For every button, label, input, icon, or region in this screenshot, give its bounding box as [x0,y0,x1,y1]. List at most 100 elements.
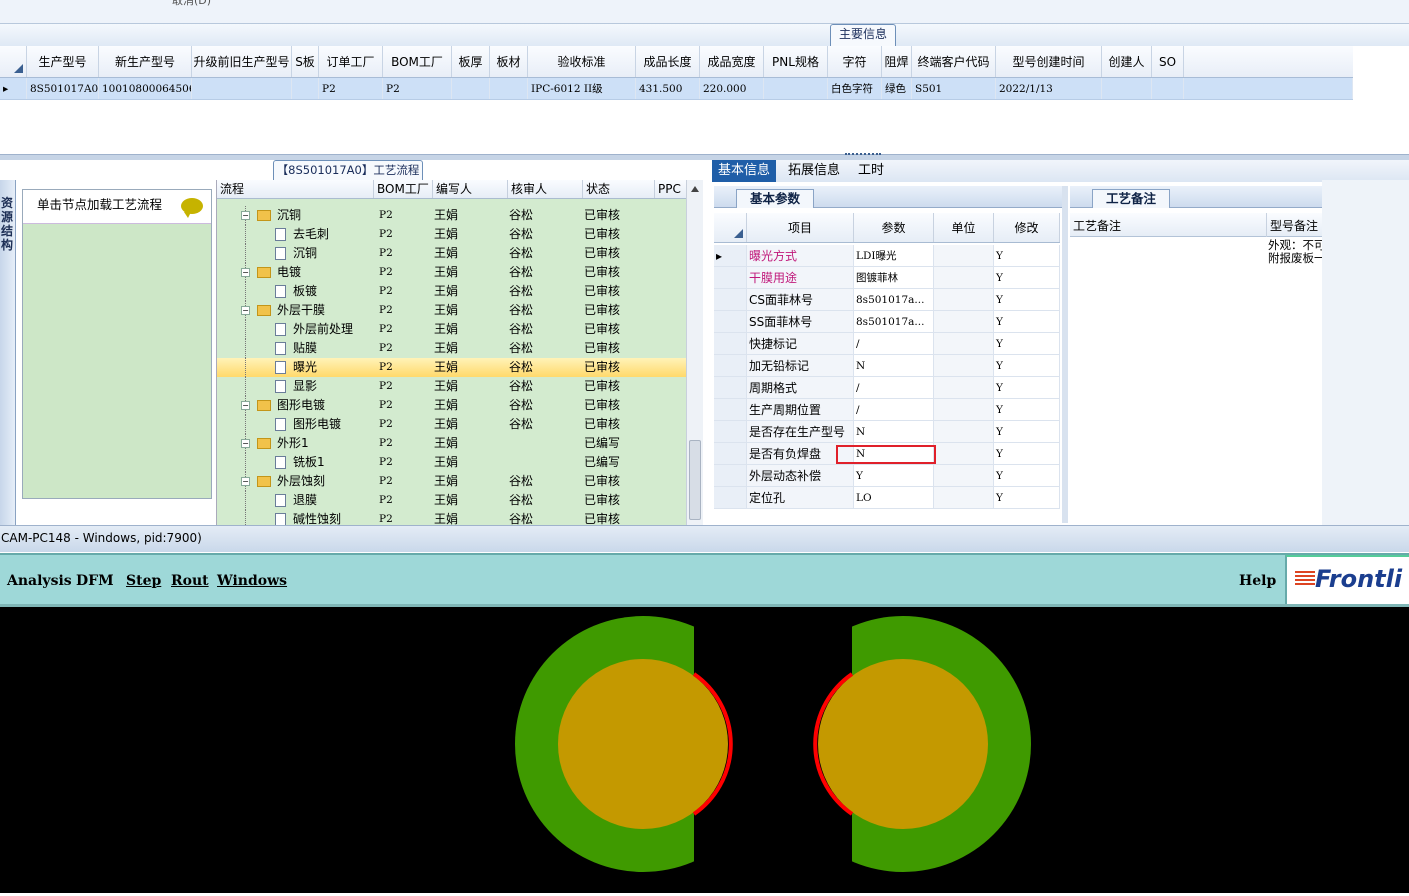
col-header[interactable]: 创建人 [1102,46,1152,77]
param-unit[interactable] [934,421,994,442]
flow-row[interactable]: − 电镀 P2 王娟 谷松 已审核 [217,263,686,282]
param-value[interactable]: Y [854,465,934,486]
cam-canvas[interactable] [0,607,1409,893]
param-edit[interactable]: Y [994,289,1060,310]
col-header[interactable]: 终端客户代码 [912,46,996,77]
param-unit[interactable] [934,245,994,266]
row-selector-icon[interactable] [714,487,747,508]
cell[interactable] [1102,78,1152,99]
flow-row[interactable]: 图形电镀 P2 王娟 谷松 已审核 [217,415,686,434]
collapse-icon[interactable]: − [241,439,250,448]
cell[interactable]: 8S501017A0 [27,78,99,99]
param-row[interactable]: CS面菲林号 8s501017a... Y [714,289,1060,311]
row-selector-icon[interactable] [714,267,747,288]
col-header[interactable]: 阻焊 [882,46,912,77]
cell[interactable] [764,78,828,99]
param-edit[interactable]: Y [994,399,1060,420]
col-header[interactable]: SO [1152,46,1184,77]
cell[interactable] [292,78,319,99]
row-selector-icon[interactable] [714,465,747,486]
flow-col-header[interactable]: BOM工厂 [374,180,433,198]
param-row[interactable]: 加无铅标记 N Y [714,355,1060,377]
param-edit[interactable]: Y [994,311,1060,332]
cell[interactable] [192,78,292,99]
cell[interactable]: IPC-6012 II级 [528,78,636,99]
param-value[interactable]: / [854,333,934,354]
tab-main-info[interactable]: 主要信息 [830,24,896,46]
col-header[interactable]: PNL规格 [764,46,828,77]
tab-basic-info[interactable]: 基本信息 [712,160,777,182]
col-header[interactable]: 验收标准 [528,46,636,77]
param-row[interactable]: 生产周期位置 / Y [714,399,1060,421]
menu-step[interactable]: Step [126,569,161,593]
cell[interactable] [452,78,490,99]
col-header[interactable]: BOM工厂 [383,46,452,77]
row-selector-icon[interactable] [714,289,747,310]
menu-rout[interactable]: Rout [171,569,209,593]
param-row[interactable]: 干膜用途 图镀菲林 Y [714,267,1060,289]
params-divider[interactable] [1062,186,1068,523]
param-edit[interactable]: Y [994,245,1060,266]
param-col-header[interactable]: 参数 [854,213,934,242]
cell[interactable]: S501 [912,78,996,99]
tab-process-notes[interactable]: 工艺备注 [1092,189,1170,208]
flow-scrollbar[interactable] [686,180,703,525]
flow-col-header[interactable]: 核审人 [508,180,583,198]
cell[interactable] [1152,78,1184,99]
flow-row[interactable]: 去毛刺 P2 王娟 谷松 已审核 [217,225,686,244]
param-row[interactable]: 外层动态补偿 Y Y [714,465,1060,487]
param-unit[interactable] [934,377,994,398]
collapse-icon[interactable]: − [241,306,250,315]
menu-help[interactable]: Help [1239,569,1276,593]
flow-row[interactable]: 外层前处理 P2 王娟 谷松 已审核 [217,320,686,339]
param-unit[interactable] [934,267,994,288]
flow-col-header[interactable]: PPC [655,180,686,198]
col-header[interactable]: 新生产型号 [99,46,192,77]
param-value[interactable]: LDI曝光 [854,245,934,266]
param-row[interactable]: SS面菲林号 8s501017a... Y [714,311,1060,333]
flow-row[interactable]: − 外形1 P2 王娟 已编写 [217,434,686,453]
flow-col-header[interactable]: 流程 [217,180,374,198]
cell[interactable]: P2 [383,78,452,99]
flow-row[interactable]: 沉铜 P2 王娟 谷松 已审核 [217,244,686,263]
flow-row[interactable]: 退膜 P2 王娟 谷松 已审核 [217,491,686,510]
collapse-icon[interactable]: − [241,401,250,410]
flow-row[interactable]: 碱性蚀刻 P2 王娟 谷松 已审核 [217,510,686,525]
cancel-label[interactable]: 取消(D) [172,0,211,8]
param-edit[interactable]: Y [994,421,1060,442]
tab-work-hours[interactable]: 工时 [852,160,890,182]
flow-row[interactable]: − 沉铜 P2 王娟 谷松 已审核 [217,206,686,225]
col-header[interactable]: S板 [292,46,319,77]
flow-row[interactable]: 显影 P2 王娟 谷松 已审核 [217,377,686,396]
cell[interactable] [490,78,528,99]
splitter-grip-icon[interactable] [845,153,881,157]
param-value[interactable]: 8s501017a... [854,289,934,310]
param-row[interactable]: 定位孔 LO Y [714,487,1060,509]
param-col-header[interactable]: 单位 [934,213,994,242]
param-edit[interactable]: Y [994,443,1060,464]
flow-scroll-thumb[interactable] [689,440,701,520]
cell[interactable]: 白色字符 [828,78,882,99]
flow-row[interactable]: 曝光 P2 王娟 谷松 已审核 [217,358,686,377]
collapse-icon[interactable]: − [241,477,250,486]
param-value[interactable]: / [854,399,934,420]
cell[interactable]: 10010800064506 [99,78,192,99]
param-row[interactable]: ▸ 曝光方式 LDI曝光 Y [714,245,1060,267]
flow-col-header[interactable]: 编写人 [433,180,508,198]
cell[interactable]: 431.500 [636,78,700,99]
product-row[interactable]: ▸ 8S501017A0 10010800064506 P2 P2 IPC-6012 I… [0,78,1353,100]
param-value[interactable]: / [854,377,934,398]
param-row[interactable]: 周期格式 / Y [714,377,1060,399]
row-selector-icon[interactable] [714,355,747,376]
param-row[interactable]: 快捷标记 / Y [714,333,1060,355]
col-header[interactable]: 升级前旧生产型号 [192,46,292,77]
row-selector-icon[interactable] [714,399,747,420]
param-edit[interactable]: Y [994,355,1060,376]
collapse-icon[interactable]: − [241,211,250,220]
flow-col-header[interactable]: 状态 [583,180,655,198]
param-unit[interactable] [934,289,994,310]
col-header[interactable]: 订单工厂 [319,46,383,77]
param-unit[interactable] [934,487,994,508]
param-unit[interactable] [934,333,994,354]
scroll-up-icon[interactable] [691,186,699,192]
